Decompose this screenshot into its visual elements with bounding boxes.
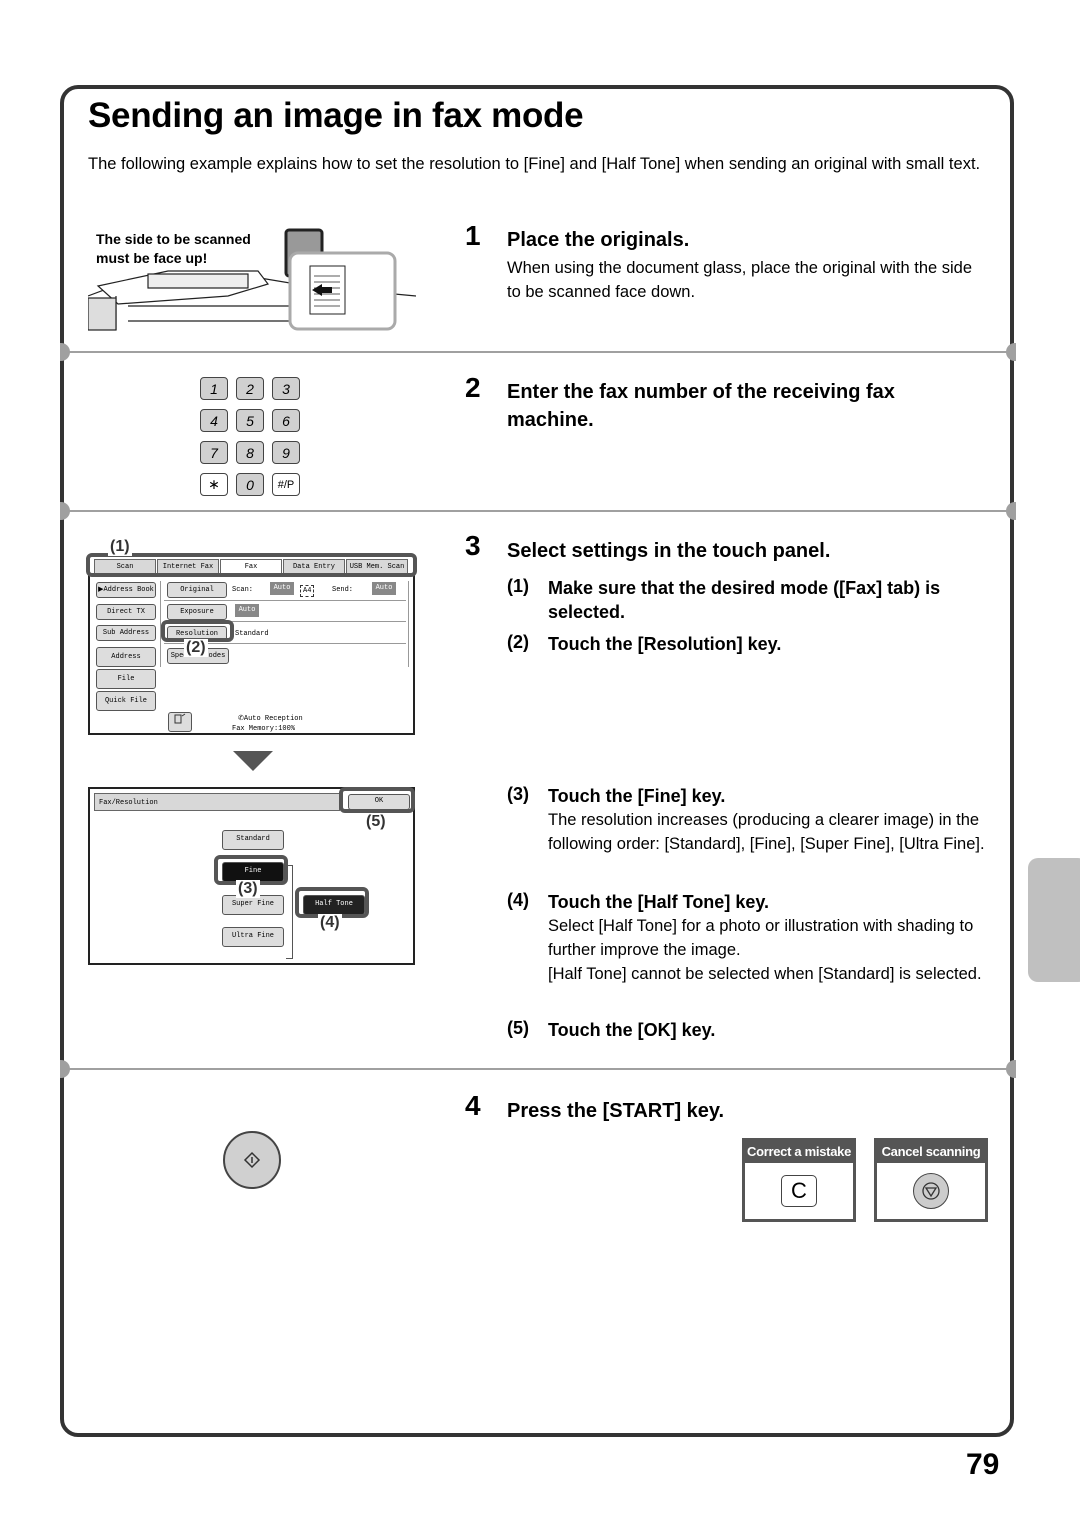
start-key[interactable]	[223, 1131, 281, 1189]
key-1[interactable]: 1	[200, 377, 228, 400]
quick-file-button[interactable]: Quick File	[96, 691, 156, 711]
cancel-scanning-card: Cancel scanning	[874, 1138, 988, 1222]
substep-body-note: [Half Tone] cannot be selected when [Sta…	[548, 965, 982, 983]
key-8[interactable]: 8	[236, 441, 264, 464]
page-number: 79	[966, 1448, 1000, 1481]
callout-2-label: (2)	[184, 639, 208, 657]
key-2[interactable]: 2	[236, 377, 264, 400]
callout-4-label: (4)	[318, 914, 342, 932]
key-9[interactable]: 9	[272, 441, 300, 464]
address-review-button[interactable]: Address Review	[96, 647, 156, 679]
substep-2: (2) Touch the [Resolution] key.	[507, 632, 987, 656]
substep-body: The resolution increases (producing a cl…	[548, 811, 985, 853]
key-7[interactable]: 7	[200, 441, 228, 464]
numeric-keypad: 1 2 3 4 5 6 7 8 9 ∗ 0 #/P	[200, 377, 300, 497]
step-4-number: 4	[465, 1090, 481, 1121]
job-status-button[interactable]	[168, 712, 192, 732]
callout-3-label: (3)	[236, 880, 260, 898]
down-arrow-icon	[233, 751, 273, 771]
super-fine-button[interactable]: Super Fine	[222, 895, 284, 915]
resolution-panel-title: Fax/Resolution	[94, 793, 340, 811]
section-divider	[60, 502, 1016, 520]
cancel-scanning-label: Cancel scanning	[877, 1141, 985, 1163]
address-book-button[interactable]: ▶Address Book	[96, 582, 156, 598]
exposure-button[interactable]: Exposure	[167, 604, 227, 620]
substep-number: (2)	[507, 632, 529, 652]
sub-address-button[interactable]: Sub Address	[96, 625, 156, 641]
callout-ok	[339, 787, 415, 813]
scan-label: Scan:	[232, 586, 254, 594]
intro-text: The following example explains how to se…	[88, 155, 981, 173]
key-0[interactable]: 0	[236, 473, 264, 496]
substep-3: (3) Touch the [Fine] key. The resolution…	[507, 784, 987, 856]
substep-heading: Touch the [Resolution] key.	[548, 634, 782, 654]
substep-heading: Touch the [OK] key.	[548, 1020, 716, 1040]
step-2-number: 2	[465, 372, 481, 403]
fax-touch-panel: Scan Internet Fax Fax Data Entry USB Mem…	[88, 555, 415, 735]
correct-mistake-label: Correct a mistake	[745, 1141, 853, 1163]
auto-reception-text: Auto Reception	[243, 715, 303, 723]
resolution-value: Standard	[235, 630, 269, 638]
scan-value: Auto	[270, 582, 294, 595]
callout-5-label: (5)	[364, 813, 388, 831]
direct-tx-button[interactable]: Direct TX	[96, 604, 156, 620]
substep-number: (1)	[507, 576, 529, 596]
substep-number: (5)	[507, 1018, 529, 1038]
send-label: Send:	[332, 586, 354, 594]
chapter-side-tab	[1028, 858, 1080, 982]
substep-heading: Touch the [Fine] key.	[548, 786, 726, 806]
key-hash-p[interactable]: #/P	[272, 473, 300, 496]
original-button[interactable]: Original	[167, 582, 227, 598]
start-icon	[243, 1151, 261, 1169]
step-1-number: 1	[465, 220, 481, 251]
key-3[interactable]: 3	[272, 377, 300, 400]
job-status-icon	[174, 713, 186, 724]
ultra-fine-button[interactable]: Ultra Fine	[222, 927, 284, 947]
scan-note: The side to be scanned must be face up!	[96, 230, 251, 268]
fax-reception-status: ✆Auto Reception	[238, 714, 303, 724]
substep-5: (5) Touch the [OK] key.	[507, 1018, 987, 1042]
substep-1: (1) Make sure that the desired mode ([Fa…	[507, 576, 987, 624]
clear-key[interactable]: C	[781, 1175, 817, 1207]
step-2-heading: Enter the fax number of the receiving fa…	[507, 381, 895, 431]
file-button[interactable]: File	[96, 669, 156, 689]
key-5[interactable]: 5	[236, 409, 264, 432]
key-6[interactable]: 6	[272, 409, 300, 432]
scan-note-line-2: must be face up!	[96, 250, 208, 266]
step-1-heading: Place the originals.	[507, 229, 690, 251]
step-3-number: 3	[465, 530, 481, 561]
correct-mistake-card: Correct a mistake C	[742, 1138, 856, 1222]
step-1-body: When using the document glass, place the…	[507, 259, 973, 301]
substep-heading: Touch the [Half Tone] key.	[548, 892, 770, 912]
document-face-up-icon	[309, 265, 346, 315]
key-asterisk[interactable]: ∗	[200, 473, 228, 496]
section-divider	[60, 1060, 1016, 1078]
panel-separator	[164, 600, 406, 601]
paper-size: A4	[300, 585, 315, 597]
callout-tabs	[86, 553, 417, 577]
panel-separator	[408, 581, 409, 667]
substep-body: Select [Half Tone] for a photo or illust…	[548, 917, 974, 959]
callout-1-label: (1)	[108, 538, 132, 556]
substep-number: (3)	[507, 784, 529, 804]
section-divider	[60, 343, 1016, 361]
substep-4: (4) Touch the [Half Tone] key. Select [H…	[507, 890, 987, 986]
step-4-heading: Press the [START] key.	[507, 1100, 725, 1122]
fax-memory: Fax Memory:100%	[232, 725, 296, 733]
step-3-heading: Select settings in the touch panel.	[507, 540, 831, 562]
send-value: Auto	[372, 582, 396, 595]
substep-heading: Make sure that the desired mode ([Fax] t…	[548, 578, 941, 622]
exposure-value: Auto	[235, 604, 259, 617]
page-title: Sending an image in fax mode	[88, 96, 584, 135]
key-4[interactable]: 4	[200, 409, 228, 432]
substep-number: (4)	[507, 890, 529, 910]
scan-note-line-1: The side to be scanned	[96, 231, 251, 247]
stop-icon	[922, 1182, 940, 1200]
stop-key[interactable]	[913, 1173, 949, 1209]
standard-button[interactable]: Standard	[222, 830, 284, 850]
